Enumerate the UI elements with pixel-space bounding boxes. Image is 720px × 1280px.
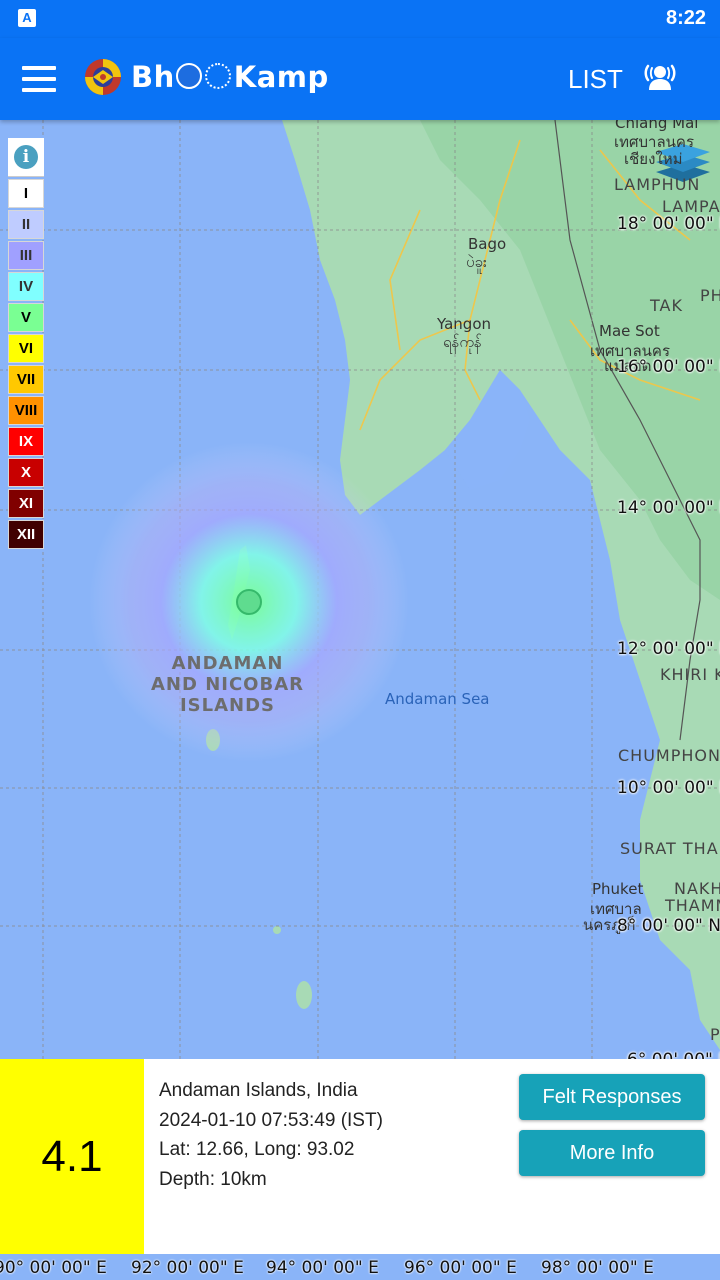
place-yangon: Yangon xyxy=(437,315,492,333)
intensity-level-xii[interactable]: XII xyxy=(8,520,44,549)
intensity-level-ii[interactable]: II xyxy=(8,210,44,239)
place-ph: PH xyxy=(700,286,720,305)
status-time: 8:22 xyxy=(665,7,706,29)
intensity-level-i[interactable]: I xyxy=(8,179,44,208)
list-button[interactable]: LIST xyxy=(568,64,623,95)
intensity-level-vi[interactable]: VI xyxy=(8,334,44,363)
nicobar-island xyxy=(296,981,312,1009)
lon-label-94: 94° 00' 00" E xyxy=(266,1258,379,1278)
lat-label-16: 16° 00' 00" N xyxy=(617,357,720,377)
place-tak: TAK xyxy=(650,296,683,315)
place-andaman-sea: Andaman Sea xyxy=(385,690,490,708)
globe-icon xyxy=(175,63,202,89)
place-chumphon: CHUMPHON xyxy=(618,746,720,765)
event-location: Andaman Islands, India xyxy=(159,1080,358,1101)
magnitude-badge: 4.1 xyxy=(0,1059,144,1254)
status-bar: A 8:22 xyxy=(0,0,720,38)
intensity-level-x[interactable]: X xyxy=(8,458,44,487)
intensity-level-vii[interactable]: VII xyxy=(8,365,44,394)
longitude-strip: 90° 00' 00" E 92° 00' 00" E 94° 00' 00" … xyxy=(0,1254,720,1280)
intensity-level-viii[interactable]: VIII xyxy=(8,396,44,425)
lon-label-92: 92° 00' 00" E xyxy=(131,1258,244,1278)
lon-label-98: 98° 00' 00" E xyxy=(541,1258,654,1278)
intensity-legend: i I II III IV V VI VII VIII IX X XI XII xyxy=(8,138,44,549)
person-alert-icon[interactable] xyxy=(642,60,678,96)
lat-label-12: 12° 00' 00" N xyxy=(617,639,720,659)
place-p: P xyxy=(710,1025,720,1044)
lon-label-96: 96° 00' 00" E xyxy=(404,1258,517,1278)
lat-label-10: 10° 00' 00" N xyxy=(617,778,720,798)
lat-label-18: 18° 00' 00" N xyxy=(617,214,720,234)
intensity-level-iv[interactable]: IV xyxy=(8,272,44,301)
app-notification-icon: A xyxy=(18,9,36,27)
place-thamm: THAMM xyxy=(665,896,720,915)
legend-info-button[interactable]: i xyxy=(8,138,44,177)
event-panel: 4.1 Andaman Islands, India 2024-01-10 07… xyxy=(0,1059,720,1254)
place-bago: Bago xyxy=(468,235,507,253)
epicenter-marker xyxy=(236,589,262,615)
bhookamp-logo-icon xyxy=(85,59,121,95)
place-bago-my: ပဲခူး xyxy=(466,253,487,271)
place-yangon-my: ရန်ကုန် xyxy=(443,333,482,351)
intensity-level-v[interactable]: V xyxy=(8,303,44,332)
brand-bh: Bh xyxy=(131,60,175,94)
place-lamphun: LAMPHUN xyxy=(614,175,701,194)
wheel-icon xyxy=(204,63,231,89)
map-view[interactable]: Chiang Mai เทศบาลนคร เชียงใหม่ LAMPHUN L… xyxy=(0,120,720,1060)
place-phuket: Phuket xyxy=(592,880,644,898)
place-surat-thani: SURAT THA xyxy=(620,839,719,858)
place-chiang-mai-thai-2: เชียงใหม่ xyxy=(624,150,683,168)
intensity-level-iii[interactable]: III xyxy=(8,241,44,270)
brand-kamp: Kamp xyxy=(233,60,329,94)
lat-label-8: 8° 00' 00" N xyxy=(617,916,720,936)
place-mae-sot: Mae Sot xyxy=(599,322,660,340)
intensity-level-xi[interactable]: XI xyxy=(8,489,44,518)
event-depth: Depth: 10km xyxy=(159,1168,267,1190)
hamburger-menu-icon[interactable] xyxy=(22,66,56,92)
event-details: Andaman Islands, India 2024-01-10 07:53:… xyxy=(159,1076,383,1194)
event-datetime: 2024-01-10 07:53:49 (IST) xyxy=(159,1109,383,1131)
app-bar: Bh Kamp LIST xyxy=(0,38,720,120)
app-brand-name: Bh Kamp xyxy=(131,60,329,94)
felt-responses-button[interactable]: Felt Responses xyxy=(519,1074,705,1120)
info-icon: i xyxy=(14,145,38,169)
intensity-level-ix[interactable]: IX xyxy=(8,427,44,456)
event-coords: Lat: 12.66, Long: 93.02 xyxy=(159,1139,355,1160)
more-info-button[interactable]: More Info xyxy=(519,1130,705,1176)
lat-label-14: 14° 00' 00" N xyxy=(617,498,720,518)
car-nicobar xyxy=(273,926,281,934)
lon-label-90: 90° 00' 00" E xyxy=(0,1258,107,1278)
place-andaman-islands: ANDAMAN AND NICOBAR ISLANDS xyxy=(151,653,304,716)
place-khiri: KHIRI K xyxy=(660,665,720,684)
